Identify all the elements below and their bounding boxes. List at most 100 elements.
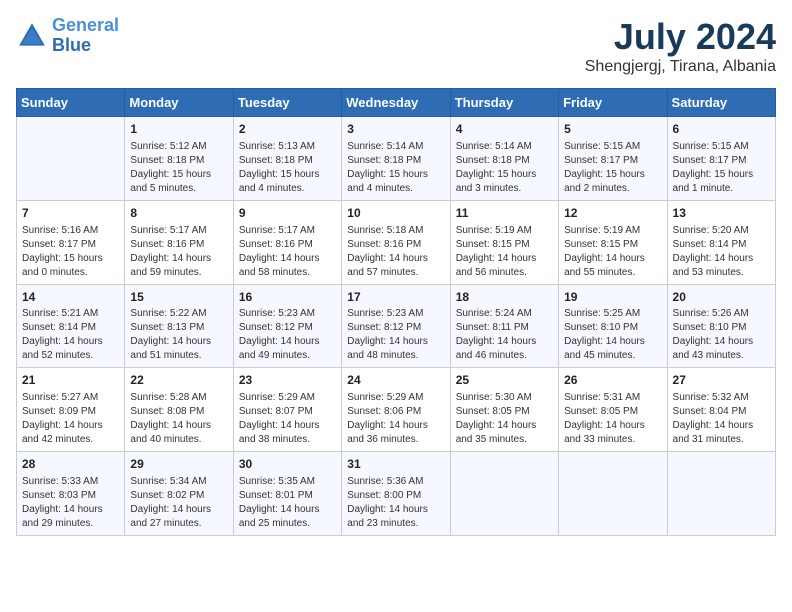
calendar-cell: 18Sunrise: 5:24 AMSunset: 8:11 PMDayligh… [450, 284, 558, 368]
calendar-table: SundayMondayTuesdayWednesdayThursdayFrid… [16, 88, 776, 536]
day-info: Sunrise: 5:25 AMSunset: 8:10 PMDaylight:… [564, 307, 661, 363]
weekday-header-tuesday: Tuesday [233, 89, 341, 117]
day-number: 6 [673, 121, 770, 138]
day-info: Sunrise: 5:36 AMSunset: 8:00 PMDaylight:… [347, 475, 444, 531]
calendar-cell: 27 Sunrise: 5:32 AMSunset: 8:04 PMDayligh… [667, 368, 775, 452]
calendar-cell: 12Sunrise: 5:19 AMSunset: 8:15 PMDayligh… [559, 200, 667, 284]
logo-icon [16, 20, 48, 52]
calendar-cell: 26 Sunrise: 5:31 AMSunset: 8:05 PMDayligh… [559, 368, 667, 452]
day-info: Sunrise: 5:26 AMSunset: 8:10 PMDaylight:… [673, 307, 770, 363]
day-number: 16 [239, 289, 336, 306]
calendar-cell: 1 Sunrise: 5:12 AMSunset: 8:18 PMDaylight… [125, 117, 233, 201]
day-number: 14 [22, 289, 119, 306]
calendar-cell [667, 452, 775, 536]
day-number: 24 [347, 372, 444, 389]
day-number: 25 [456, 372, 553, 389]
calendar-cell [450, 452, 558, 536]
weekday-header-sunday: Sunday [17, 89, 125, 117]
day-info: Sunrise: 5:22 AMSunset: 8:13 PMDaylight:… [130, 307, 227, 363]
calendar-cell: 25 Sunrise: 5:30 AMSunset: 8:05 PMDayligh… [450, 368, 558, 452]
day-info: Sunrise: 5:23 AMSunset: 8:12 PMDaylight:… [347, 307, 444, 363]
day-info: Sunrise: 5:31 AMSunset: 8:05 PMDaylight:… [564, 391, 661, 447]
calendar-cell: 5 Sunrise: 5:15 AMSunset: 8:17 PMDaylight… [559, 117, 667, 201]
day-info: Sunrise: 5:30 AMSunset: 8:05 PMDaylight:… [456, 391, 553, 447]
day-number: 21 [22, 372, 119, 389]
day-info: Sunrise: 5:13 AMSunset: 8:18 PMDaylight:… [239, 140, 336, 196]
day-number: 9 [239, 205, 336, 222]
subtitle: Shengjergj, Tirana, Albania [585, 58, 776, 76]
day-number: 1 [130, 121, 227, 138]
week-row-3: 14Sunrise: 5:21 AMSunset: 8:14 PMDayligh… [17, 284, 776, 368]
weekday-header-wednesday: Wednesday [342, 89, 450, 117]
logo: General Blue [16, 16, 119, 56]
day-info: Sunrise: 5:32 AMSunset: 8:04 PMDaylight:… [673, 391, 770, 447]
calendar-cell: 21 Sunrise: 5:27 AMSunset: 8:09 PMDayligh… [17, 368, 125, 452]
calendar-cell: 7Sunrise: 5:16 AMSunset: 8:17 PMDaylight… [17, 200, 125, 284]
main-title: July 2024 [585, 16, 776, 58]
day-number: 29 [130, 456, 227, 473]
calendar-cell: 19Sunrise: 5:25 AMSunset: 8:10 PMDayligh… [559, 284, 667, 368]
calendar-cell: 9 Sunrise: 5:17 AMSunset: 8:16 PMDaylight… [233, 200, 341, 284]
calendar-cell: 11 Sunrise: 5:19 AMSunset: 8:15 PMDayligh… [450, 200, 558, 284]
page-header: General Blue July 2024 Shengjergj, Tiran… [16, 16, 776, 76]
day-info: Sunrise: 5:27 AMSunset: 8:09 PMDaylight:… [22, 391, 119, 447]
day-info: Sunrise: 5:19 AMSunset: 8:15 PMDaylight:… [456, 224, 553, 280]
calendar-cell: 16Sunrise: 5:23 AMSunset: 8:12 PMDayligh… [233, 284, 341, 368]
day-number: 4 [456, 121, 553, 138]
day-info: Sunrise: 5:12 AMSunset: 8:18 PMDaylight:… [130, 140, 227, 196]
calendar-cell [17, 117, 125, 201]
calendar-cell: 17Sunrise: 5:23 AMSunset: 8:12 PMDayligh… [342, 284, 450, 368]
calendar-cell: 28Sunrise: 5:33 AMSunset: 8:03 PMDayligh… [17, 452, 125, 536]
day-number: 18 [456, 289, 553, 306]
calendar-cell: 10Sunrise: 5:18 AMSunset: 8:16 PMDayligh… [342, 200, 450, 284]
day-number: 30 [239, 456, 336, 473]
calendar-cell: 4 Sunrise: 5:14 AMSunset: 8:18 PMDaylight… [450, 117, 558, 201]
calendar-cell: 30Sunrise: 5:35 AMSunset: 8:01 PMDayligh… [233, 452, 341, 536]
logo-text: General Blue [52, 16, 119, 56]
day-number: 7 [22, 205, 119, 222]
calendar-cell: 31Sunrise: 5:36 AMSunset: 8:00 PMDayligh… [342, 452, 450, 536]
calendar-cell: 15Sunrise: 5:22 AMSunset: 8:13 PMDayligh… [125, 284, 233, 368]
day-number: 23 [239, 372, 336, 389]
day-info: Sunrise: 5:14 AMSunset: 8:18 PMDaylight:… [347, 140, 444, 196]
day-number: 11 [456, 205, 553, 222]
day-info: Sunrise: 5:14 AMSunset: 8:18 PMDaylight:… [456, 140, 553, 196]
calendar-cell: 14Sunrise: 5:21 AMSunset: 8:14 PMDayligh… [17, 284, 125, 368]
day-info: Sunrise: 5:20 AMSunset: 8:14 PMDaylight:… [673, 224, 770, 280]
calendar-cell: 20Sunrise: 5:26 AMSunset: 8:10 PMDayligh… [667, 284, 775, 368]
calendar-cell: 29 Sunrise: 5:34 AMSunset: 8:02 PMDayligh… [125, 452, 233, 536]
day-info: Sunrise: 5:17 AMSunset: 8:16 PMDaylight:… [239, 224, 336, 280]
day-number: 17 [347, 289, 444, 306]
day-number: 27 [673, 372, 770, 389]
day-info: Sunrise: 5:24 AMSunset: 8:11 PMDaylight:… [456, 307, 553, 363]
day-info: Sunrise: 5:17 AMSunset: 8:16 PMDaylight:… [130, 224, 227, 280]
day-number: 10 [347, 205, 444, 222]
calendar-cell [559, 452, 667, 536]
calendar-cell: 24Sunrise: 5:29 AMSunset: 8:06 PMDayligh… [342, 368, 450, 452]
day-number: 15 [130, 289, 227, 306]
day-info: Sunrise: 5:15 AMSunset: 8:17 PMDaylight:… [673, 140, 770, 196]
day-info: Sunrise: 5:21 AMSunset: 8:14 PMDaylight:… [22, 307, 119, 363]
calendar-cell: 22Sunrise: 5:28 AMSunset: 8:08 PMDayligh… [125, 368, 233, 452]
weekday-header-monday: Monday [125, 89, 233, 117]
day-number: 13 [673, 205, 770, 222]
day-info: Sunrise: 5:29 AMSunset: 8:07 PMDaylight:… [239, 391, 336, 447]
day-number: 20 [673, 289, 770, 306]
day-info: Sunrise: 5:23 AMSunset: 8:12 PMDaylight:… [239, 307, 336, 363]
weekday-header-friday: Friday [559, 89, 667, 117]
calendar-cell: 3Sunrise: 5:14 AMSunset: 8:18 PMDaylight… [342, 117, 450, 201]
week-row-2: 7Sunrise: 5:16 AMSunset: 8:17 PMDaylight… [17, 200, 776, 284]
day-number: 8 [130, 205, 227, 222]
day-number: 26 [564, 372, 661, 389]
title-block: July 2024 Shengjergj, Tirana, Albania [585, 16, 776, 76]
day-info: Sunrise: 5:33 AMSunset: 8:03 PMDaylight:… [22, 475, 119, 531]
calendar-cell: 6 Sunrise: 5:15 AMSunset: 8:17 PMDaylight… [667, 117, 775, 201]
weekday-header-saturday: Saturday [667, 89, 775, 117]
weekday-header-thursday: Thursday [450, 89, 558, 117]
day-info: Sunrise: 5:15 AMSunset: 8:17 PMDaylight:… [564, 140, 661, 196]
day-info: Sunrise: 5:34 AMSunset: 8:02 PMDaylight:… [130, 475, 227, 531]
day-info: Sunrise: 5:28 AMSunset: 8:08 PMDaylight:… [130, 391, 227, 447]
day-number: 5 [564, 121, 661, 138]
day-number: 12 [564, 205, 661, 222]
calendar-cell: 8 Sunrise: 5:17 AMSunset: 8:16 PMDaylight… [125, 200, 233, 284]
